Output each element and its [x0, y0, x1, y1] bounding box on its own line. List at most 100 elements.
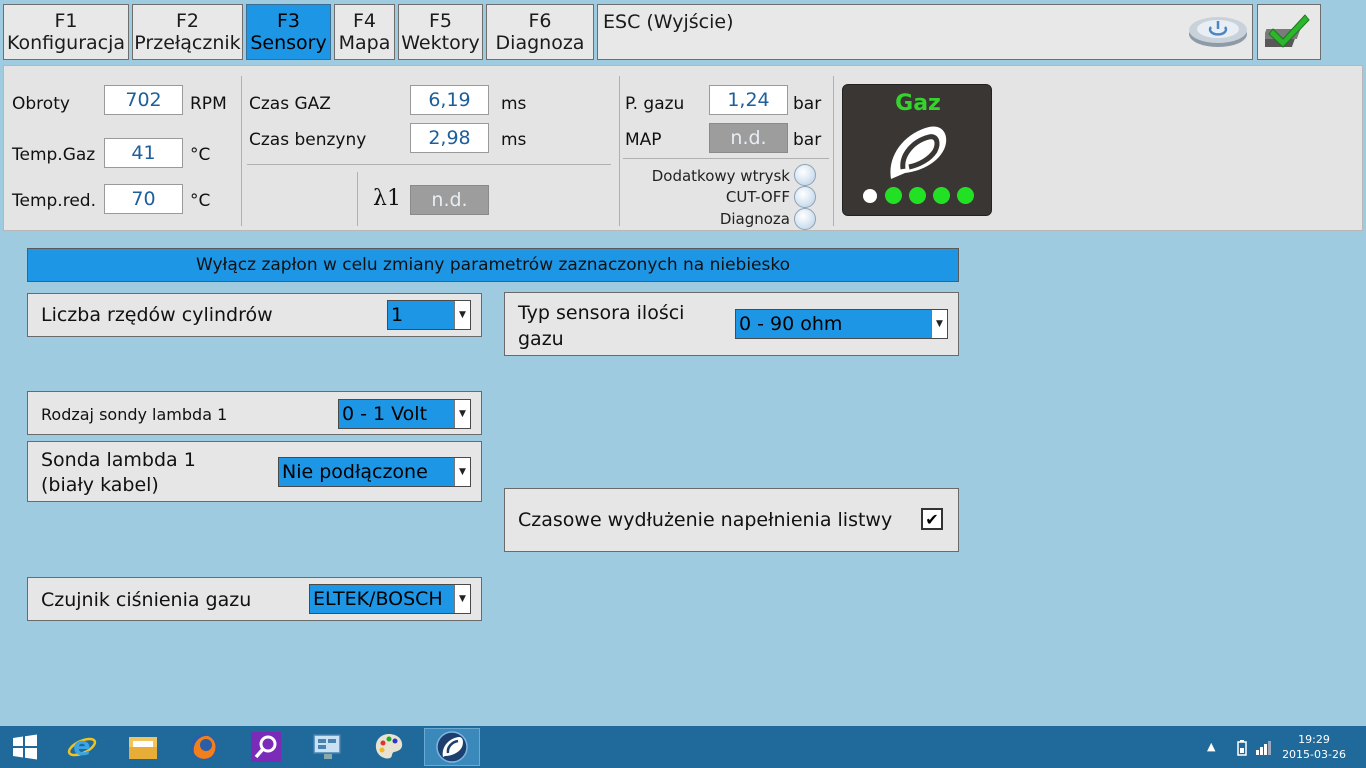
chevron-down-icon[interactable]: ▼: [931, 310, 947, 338]
pressure-sensor-label: Czujnik ciśnienia gazu: [41, 589, 252, 611]
gas-sensor-type-label-line1: Typ sensora ilości: [518, 302, 685, 324]
gaz-status-panel: Gaz: [842, 84, 992, 216]
indicator-label-diagnoza: Diagnoza: [719, 210, 790, 228]
lambda-connection-select[interactable]: Nie podłączone ▼: [278, 457, 471, 487]
firefox-button[interactable]: [178, 728, 230, 766]
indicator-led-cut-off: [794, 186, 816, 208]
gaz-level-dot: [957, 187, 974, 204]
tab-key: F6: [528, 10, 552, 32]
esc-exit-button[interactable]: ESC (Wyjście): [597, 4, 1253, 60]
czas-benzyny-unit: ms: [501, 130, 527, 150]
indicator-label-dodatkowy-wtrysk: Dodatkowy wtrysk: [651, 167, 790, 185]
clock-time: 19:29: [1298, 733, 1330, 746]
gas-sensor-type-label-line2: gazu: [518, 328, 564, 350]
lambda-connection-label-line1: Sonda lambda 1: [41, 449, 196, 471]
file-explorer-button[interactable]: [117, 728, 169, 766]
chevron-down-icon[interactable]: ▼: [454, 585, 470, 613]
tab-f6-diagnoza[interactable]: F6 Diagnoza: [486, 4, 594, 60]
czas-gaz-value: 6,19: [410, 85, 489, 115]
tab-key: F2: [175, 10, 200, 32]
status-panel-inner: Obroty 702 RPM Temp.Gaz 41 °C Temp.red. …: [3, 65, 1363, 231]
czas-gaz-unit: ms: [501, 94, 527, 114]
pressure-sensor-select[interactable]: ELTEK/BOSCH ▼: [309, 584, 471, 614]
rail-fill-extension-checkbox[interactable]: ✔: [921, 508, 943, 530]
internet-explorer-icon: e: [67, 732, 97, 762]
lambda-connection-label-line2: (biały kabel): [41, 474, 159, 496]
windows-taskbar: e ▲ 19:29 2015-03-26: [0, 726, 1366, 768]
cylinder-rows-label: Liczba rzędów cylindrów: [41, 304, 273, 326]
rpm-value: 702: [104, 85, 183, 115]
czas-benzyny-value: 2,98: [410, 123, 489, 153]
lambda-type-value: 0 - 1 Volt: [342, 403, 428, 425]
lambda-value: n.d.: [410, 185, 489, 215]
map-label: MAP: [625, 130, 662, 150]
gas-sensor-type-group: Typ sensora ilości gazu 0 - 90 ohm ▼: [504, 292, 959, 356]
esc-label: ESC (Wyjście): [603, 11, 734, 33]
indicator-led-dodatkowy-wtrysk: [794, 164, 816, 186]
lambda-label: λ1: [373, 186, 401, 211]
gas-sensor-type-value: 0 - 90 ohm: [739, 313, 843, 335]
temp-gaz-label: Temp.Gaz: [12, 145, 96, 165]
cylinder-rows-select[interactable]: 1 ▼: [387, 300, 471, 330]
gas-sensor-type-select[interactable]: 0 - 90 ohm ▼: [735, 309, 948, 339]
temp-red-unit: °C: [190, 191, 211, 211]
folder-icon: [129, 737, 157, 759]
confirm-check-button[interactable]: [1257, 4, 1321, 60]
tab-label: Diagnoza: [495, 32, 585, 54]
rail-fill-extension-label: Czasowe wydłużenie napełnienia listwy: [518, 509, 893, 531]
tab-key: F1: [54, 10, 78, 32]
tab-f2-przelacznik[interactable]: F2 Przełącznik: [132, 4, 243, 60]
temp-red-value: 70: [104, 184, 183, 214]
map-value: n.d.: [709, 123, 788, 153]
start-button[interactable]: [0, 728, 50, 766]
chevron-down-icon[interactable]: ▼: [454, 301, 470, 329]
firefox-icon: [191, 734, 217, 760]
czas-gaz-label: Czas GAZ: [249, 94, 331, 114]
lambda-connection-group: Sonda lambda 1 (biały kabel) Nie podłącz…: [27, 441, 482, 502]
search-app-button[interactable]: [240, 728, 292, 766]
divider: [357, 172, 358, 226]
divider: [619, 76, 620, 226]
rail-fill-extension-group: Czasowe wydłużenie napełnienia listwy ✔: [504, 488, 959, 552]
checkmark-icon: [1265, 14, 1310, 48]
signal-icon[interactable]: [1255, 740, 1273, 760]
taskbar-clock[interactable]: 19:29 2015-03-26: [1282, 732, 1346, 762]
tab-label: Wektory: [401, 32, 480, 54]
tab-key: F3: [276, 10, 301, 32]
clock-date: 2015-03-26: [1282, 748, 1346, 761]
power-icon[interactable]: [1187, 10, 1249, 50]
tab-label: Sensory: [250, 32, 327, 54]
p-gazu-unit: bar: [793, 94, 822, 114]
internet-explorer-button[interactable]: e: [56, 728, 108, 766]
tab-f1-konfiguracja[interactable]: F1 Konfiguracja: [3, 4, 129, 60]
chevron-down-icon[interactable]: ▼: [454, 400, 470, 428]
lpg-app-logo-icon: [436, 731, 468, 763]
gas-flame-logo-icon: [890, 126, 947, 179]
monitor-icon: [313, 734, 341, 759]
search-icon: [251, 732, 281, 762]
function-tab-bar: F1 Konfiguracja F2 Przełącznik F3 Sensor…: [0, 0, 1366, 62]
indicator-label-cut-off: CUT-OFF: [725, 188, 790, 206]
tab-key: F5: [428, 10, 453, 32]
svg-text:e: e: [73, 732, 91, 762]
lambda-type-group: Rodzaj sondy lambda 1 0 - 1 Volt ▼: [27, 391, 482, 435]
tab-f5-wektory[interactable]: F5 Wektory: [398, 4, 483, 60]
tray-chevron-up-icon[interactable]: ▲: [1207, 740, 1215, 753]
lambda-connection-value: Nie podłączone: [282, 461, 428, 483]
p-gazu-value: 1,24: [709, 85, 788, 115]
rpm-unit: RPM: [190, 94, 227, 114]
tab-f4-mapa[interactable]: F4 Mapa: [334, 4, 395, 60]
tab-label: Mapa: [338, 32, 391, 54]
status-panel: Obroty 702 RPM Temp.Gaz 41 °C Temp.red. …: [0, 62, 1366, 234]
temp-red-label: Temp.red.: [12, 191, 96, 211]
divider: [833, 76, 834, 226]
map-unit: bar: [793, 130, 822, 150]
lpg-app-button[interactable]: [424, 728, 480, 766]
battery-icon[interactable]: [1237, 740, 1247, 760]
tab-f3-sensory[interactable]: F3 Sensory: [246, 4, 331, 60]
chevron-down-icon[interactable]: ▼: [454, 458, 470, 486]
indicator-led-diagnoza: [794, 208, 816, 230]
paint-button[interactable]: [363, 728, 415, 766]
lambda-type-select[interactable]: 0 - 1 Volt ▼: [338, 399, 471, 429]
remote-desktop-button[interactable]: [302, 728, 354, 766]
